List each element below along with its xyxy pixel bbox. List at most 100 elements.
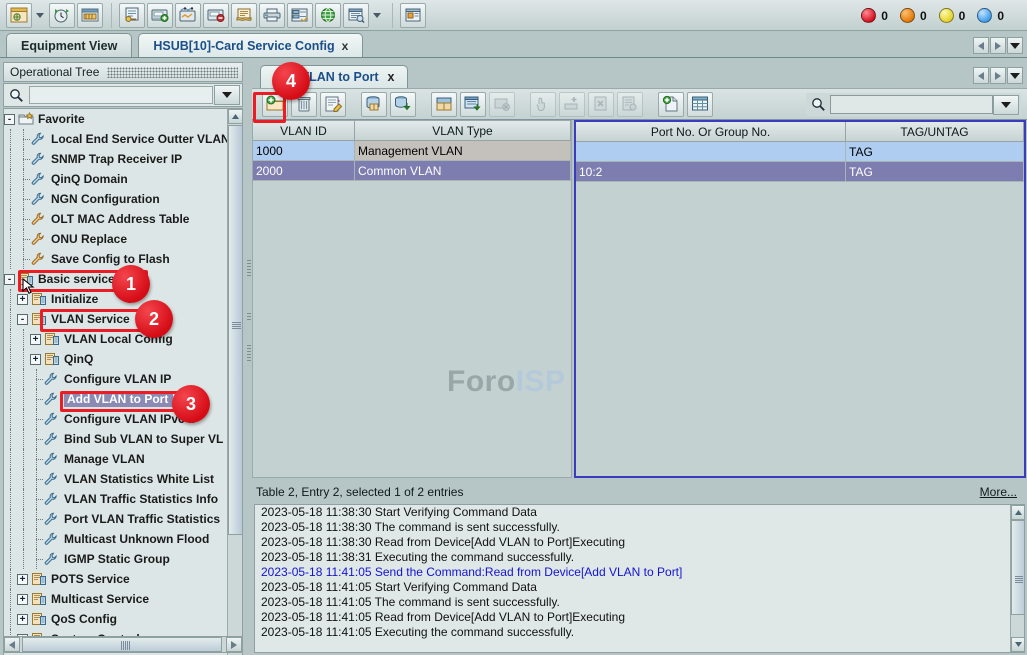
tree-search-dropdown[interactable] [214,85,240,105]
panel-new-record-button[interactable] [658,92,684,117]
column-header-port-no[interactable]: Port No. Or Group No. [576,122,846,142]
sidebar-item-multicast-unknown-flood[interactable]: Multicast Unknown Flood [4,529,229,549]
device-list-button[interactable] [287,3,313,28]
vlan-table[interactable]: VLAN ID VLAN Type 1000 Management VLAN 2… [252,120,572,478]
cell-vlan-type[interactable]: Management VLAN [355,141,571,161]
panel-grid-view-button[interactable] [687,92,713,117]
sidebar-item-multicast-service[interactable]: +Multicast Service [4,589,229,609]
panel-write-to-device-button[interactable] [390,92,416,117]
sidebar-item-ngn-configuration[interactable]: NGN Configuration [4,189,229,209]
tree-expander-collapse[interactable]: - [17,314,28,325]
sidebar-item-qos-config[interactable]: +QoS Config [4,609,229,629]
sidebar-item-igmp-static-group[interactable]: IGMP Static Group [4,549,229,569]
topology-view-button[interactable] [6,3,32,28]
cell-port-no[interactable]: 10:2 [576,162,846,182]
sidebar-item-vlan-service[interactable]: -VLAN Service [4,309,229,329]
close-icon[interactable]: x [342,39,349,53]
tree-expander-expand[interactable]: + [17,614,28,625]
minor-alarm-lamp[interactable] [939,8,954,23]
scheduled-task-button[interactable] [49,3,75,28]
panel-clear-button[interactable] [489,92,515,117]
sidebar-item-qinq-domain[interactable]: QinQ Domain [4,169,229,189]
panel-save-button[interactable] [460,92,486,117]
print-button[interactable] [259,3,285,28]
sidebar-item-vlan-traffic-statistics-info[interactable]: VLAN Traffic Statistics Info [4,489,229,509]
panel-load-button[interactable] [431,92,457,117]
major-alarm-lamp[interactable] [900,8,915,23]
scroll-up-button[interactable] [228,109,243,124]
tree-horizontal-scrollbar[interactable] [3,636,243,653]
sidebar-item-local-end-service-outter-vlan[interactable]: Local End Service Outter VLAN [4,129,229,149]
tree-search-input[interactable] [29,86,213,104]
tab-scroll-right-button[interactable] [990,37,1006,54]
tab-card-service-config[interactable]: HSUB[10]-Card Service Config x [138,33,363,57]
table-row[interactable]: 1000 Management VLAN [253,141,571,161]
sidebar-item-qinq[interactable]: +QinQ [4,349,229,369]
table-row[interactable]: 10:2 TAG [576,162,1024,182]
panel-apply-row-button[interactable] [617,92,643,117]
table-row[interactable]: TAG [576,142,1024,162]
table-row[interactable]: 2000 Common VLAN [253,161,571,181]
tab-list-button[interactable] [1007,37,1023,54]
panel-search-dropdown[interactable] [993,95,1019,115]
report-button[interactable] [77,3,103,28]
column-header-vlan-type[interactable]: VLAN Type [355,121,571,141]
panel-tab-list-button[interactable] [1007,67,1023,84]
sidebar-item-favorite[interactable]: -Favorite [4,109,229,129]
sidebar-item-vlan-statistics-white-list[interactable]: VLAN Statistics White List [4,469,229,489]
log-scroll-down-button[interactable] [1011,637,1025,652]
device-remove-button[interactable] [203,3,229,28]
panel-insert-row-button[interactable] [559,92,585,117]
critical-alarm-lamp[interactable] [861,8,876,23]
tab-scroll-left-button[interactable] [973,37,989,54]
cell-vlan-id[interactable]: 2000 [253,161,355,181]
column-header-tag-untag[interactable]: TAG/UNTAG [846,122,1024,142]
template-button[interactable] [343,3,369,28]
topology-view-dropdown[interactable] [33,3,46,28]
panel-tab-scroll-right-button[interactable] [990,67,1006,84]
panel-tab-scroll-left-button[interactable] [973,67,989,84]
scroll-left-button[interactable] [4,637,20,652]
column-header-vlan-id[interactable]: VLAN ID [253,121,355,141]
port-table[interactable]: Port No. Or Group No. TAG/UNTAG TAG 10:2… [574,120,1026,478]
log-vertical-scrollbar[interactable] [1010,505,1024,652]
panel-search-input[interactable] [830,95,993,114]
cell-tag-untag[interactable]: TAG [846,162,1024,182]
log-scroll-up-button[interactable] [1011,505,1025,520]
scroll-right-button[interactable] [226,637,242,652]
sidebar-item-olt-mac-address-table[interactable]: OLT MAC Address Table [4,209,229,229]
scrollbar-thumb[interactable] [228,125,243,535]
warning-alarm-lamp[interactable] [977,8,992,23]
security-config-button[interactable] [119,3,145,28]
tree-expander-expand[interactable]: + [17,574,28,585]
tree-expander-collapse[interactable]: - [4,274,15,285]
tree-vertical-scrollbar[interactable] [227,109,242,655]
cell-vlan-type[interactable]: Common VLAN [355,161,571,181]
panel-select-button[interactable] [530,92,556,117]
tree-expander-expand[interactable]: + [30,334,41,345]
tree-expander-collapse[interactable]: - [4,114,15,125]
device-add-button[interactable] [147,3,173,28]
more-link[interactable]: More... [980,485,1017,499]
scrollbar-thumb-horizontal[interactable] [22,637,222,652]
window-layout-button[interactable] [400,3,426,28]
tree-expander-expand[interactable]: + [17,594,28,605]
panel-modify-button[interactable] [320,92,346,117]
web-browser-button[interactable] [315,3,341,28]
sidebar-item-bind-sub-vlan-to-super-vl[interactable]: Bind Sub VLAN to Super VL [4,429,229,449]
log-scrollbar-thumb[interactable] [1011,520,1025,615]
panel-cancel-row-button[interactable] [588,92,614,117]
tree-expander-expand[interactable]: + [30,354,41,365]
sidebar-item-pots-service[interactable]: +POTS Service [4,569,229,589]
sidebar-item-port-vlan-traffic-statistics[interactable]: Port VLAN Traffic Statistics [4,509,229,529]
panel-read-from-device-button[interactable] [361,92,387,117]
sidebar-item-vlan-local-config[interactable]: +VLAN Local Config [4,329,229,349]
cell-port-no[interactable] [576,142,846,162]
tab-equipment-view[interactable]: Equipment View [6,33,132,57]
template-dropdown[interactable] [370,3,383,28]
cell-vlan-id[interactable]: 1000 [253,141,355,161]
sidebar-item-save-config-to-flash[interactable]: Save Config to Flash [4,249,229,269]
license-button[interactable] [231,3,257,28]
sidebar-item-manage-vlan[interactable]: Manage VLAN [4,449,229,469]
cell-tag-untag[interactable]: TAG [846,142,1024,162]
